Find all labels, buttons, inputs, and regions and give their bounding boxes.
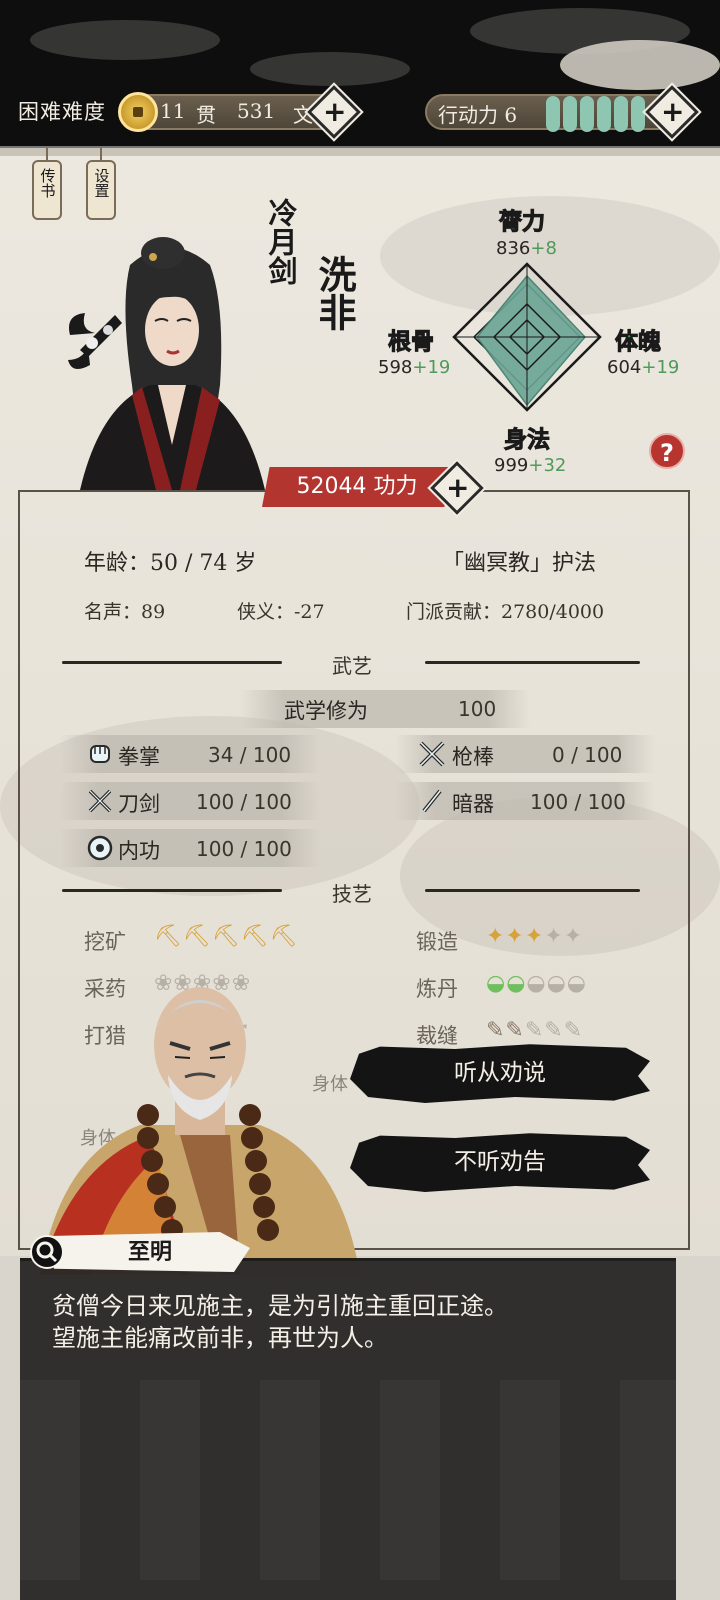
skill-value: 100 / 100 [196,790,292,814]
divider [425,889,640,892]
action-pip [563,96,577,132]
needle-icon: ✎✎✎✎✎ [486,1018,584,1043]
fame-label: 名声：89 [84,601,166,623]
spear-icon [419,741,445,767]
dialog-background-pattern [20,1380,676,1580]
action-pip [614,96,628,132]
faction-label: 「幽冥教」护法 [442,551,597,576]
skill-name: 内功 [118,839,160,863]
qi-icon [87,835,113,861]
chivalry-label: 侠义：-27 [237,601,325,623]
contribution-label: 门派贡献：2780/4000 [406,601,605,623]
craft-name: 裁缝 [416,1024,458,1048]
stat-strength-value: 836+8 [496,238,557,259]
guan-amount: 11 [160,99,186,123]
dialog-text: 贫僧今日来见施主，是为引施主重回正途。 望施主能痛改前非，再世为人。 [52,1290,662,1354]
action-pip [546,96,560,132]
cultivation-label: 武学修为 [284,699,368,723]
skill-name: 拳掌 [118,745,160,769]
swords-icon [88,789,112,813]
skill-name: 刀剑 [118,792,160,816]
skill-value: 0 / 100 [552,743,623,767]
divider-rail [0,146,720,156]
pickaxe-icon: ⛏⛏⛏⛏⛏ [154,924,299,949]
divider [62,661,282,664]
skill-name: 枪棒 [452,745,494,769]
divider [62,889,282,892]
plus-icon: + [322,94,347,128]
plus-icon: + [445,470,470,504]
search-icon[interactable] [30,1235,64,1269]
character-title: 冷月剑 [264,198,298,285]
age-label: 年龄：50 / 74 岁 [84,551,257,576]
power-banner: 52044 功力 [262,467,452,507]
dialog-line: 望施主能痛改前非，再世为人。 [52,1324,388,1352]
stat-aptitude-name: 根骨 [388,328,435,356]
action-points-label: 行动力 6 [438,103,518,127]
anvil-icon: ✦✦✦✦✦ [486,924,584,949]
stat-strength-name: 膂力 [499,208,546,236]
monk-portrait [40,987,360,1275]
craft-name: 挖矿 [84,930,126,954]
stat-agility-name: 身法 [504,426,551,454]
wen-amount: 531 [237,99,276,123]
stat-constitution-value: 604+19 [607,357,680,378]
character-name: 洗非 [312,255,357,331]
skill-value: 100 / 100 [530,790,626,814]
skill-value: 100 / 100 [196,837,292,861]
stat-aptitude-value: 598+19 [378,357,451,378]
craft-name: 锻造 [416,930,458,954]
difficulty-label: 困难难度 [18,100,106,124]
stats-radar [452,262,602,412]
stat-constitution-name: 体魄 [615,328,662,356]
stat-agility-value: 999+32 [494,455,567,476]
cultivation-value: 100 [458,697,497,721]
craft-name: 炼丹 [416,977,458,1001]
fist-icon [90,745,110,763]
refuse-advice-button[interactable]: 不听劝告 [350,1133,650,1192]
dart-icon [422,789,442,813]
skill-value: 34 / 100 [208,743,292,767]
skill-name: 暗器 [452,792,494,816]
dialog-line: 贫僧今日来见施主，是为引施主重回正途。 [52,1292,508,1320]
plus-icon: + [660,94,685,128]
crafts-section-title: 技艺 [332,882,372,906]
coin-icon [118,92,158,132]
accept-advice-button[interactable]: 听从劝说 [350,1044,650,1103]
biography-tag[interactable]: 传书 [32,148,62,220]
settings-tag[interactable]: 设置 [86,148,116,220]
bowl-icon: ◒◒◒◒◒ [486,971,587,996]
speaker-name: 至明 [50,1232,250,1272]
guan-unit: 贯 [196,103,216,127]
martial-section-title: 武艺 [332,654,372,678]
character-portrait [68,237,265,490]
help-button[interactable]: ? [649,433,685,469]
action-pip [580,96,594,132]
action-pip [631,96,645,132]
divider [425,661,640,664]
action-pip [597,96,611,132]
